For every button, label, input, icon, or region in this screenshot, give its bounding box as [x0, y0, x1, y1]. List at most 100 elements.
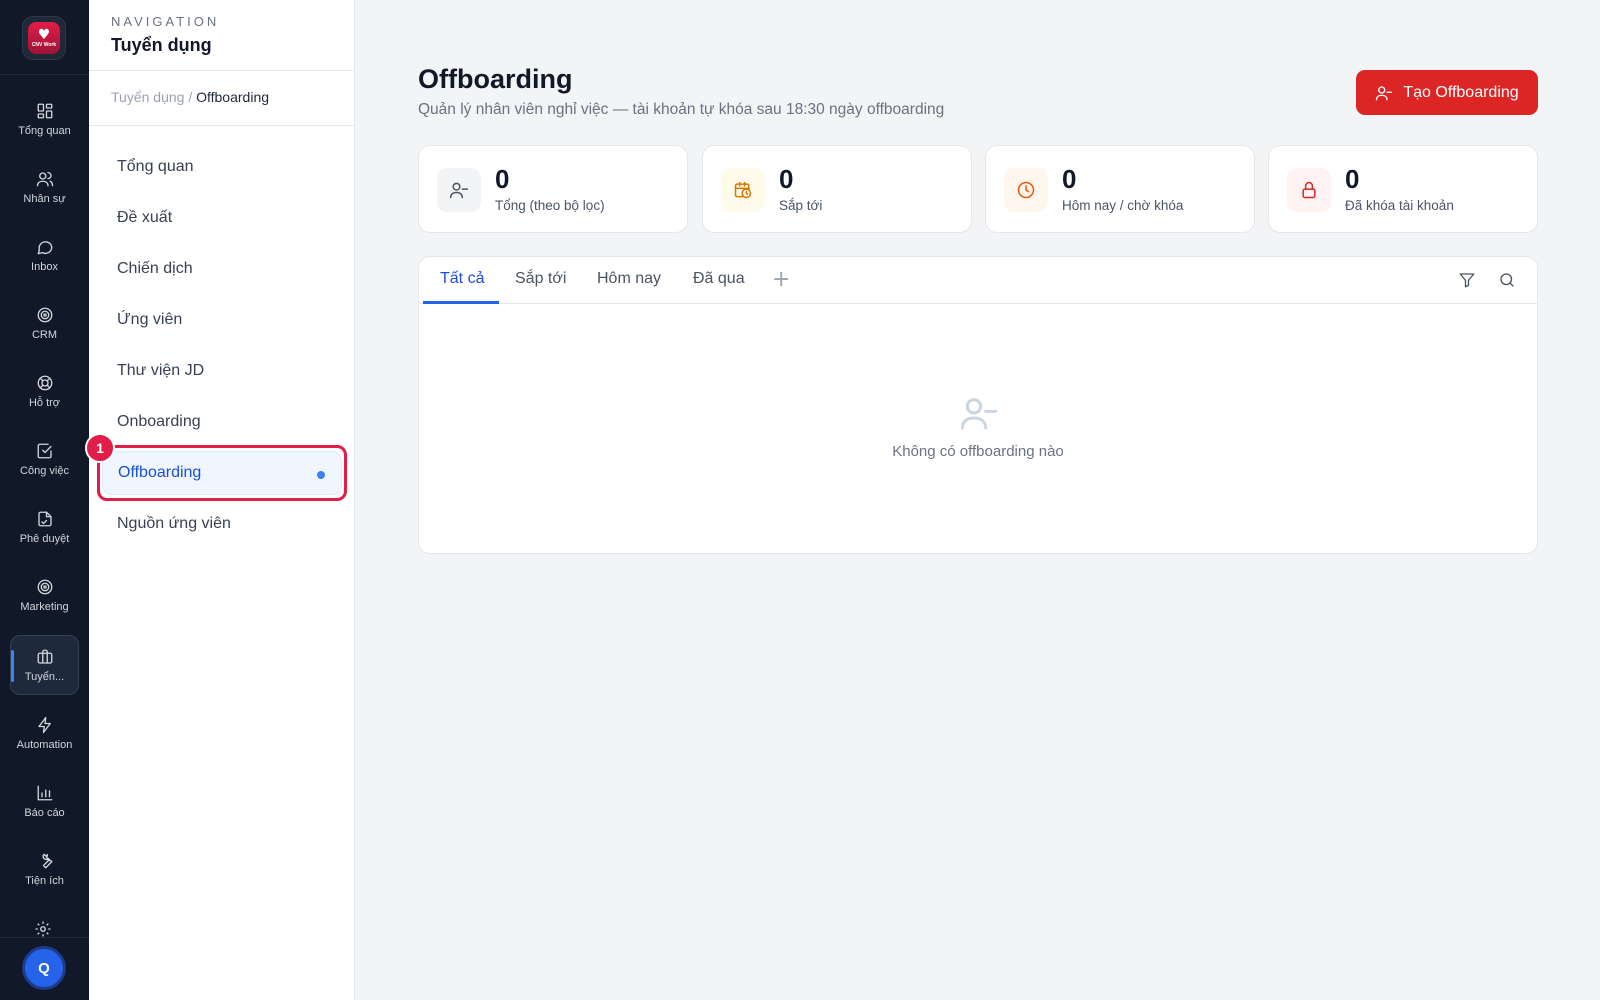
stat-icon-box: [1287, 168, 1331, 212]
target-icon: [37, 579, 52, 594]
lightning-icon: [37, 716, 51, 733]
rail-label: Hỗ trợ: [28, 396, 61, 409]
tab-today[interactable]: Hôm nay: [597, 270, 661, 288]
heart-logo-icon: ♥: [37, 26, 51, 43]
nav-item-onboarding[interactable]: Onboarding: [102, 400, 342, 444]
stat-value: 0: [779, 164, 794, 194]
stat-value: 0: [1062, 164, 1077, 194]
add-tab-button[interactable]: +: [772, 267, 790, 292]
rail-label: Marketing: [20, 600, 69, 613]
nav-heading: NAVIGATION: [111, 14, 220, 29]
target-icon: [37, 307, 52, 322]
rail-item-automation[interactable]: Automation: [10, 703, 79, 763]
document-sign-icon: [37, 511, 52, 526]
lock-icon: [1302, 181, 1316, 199]
rail-label: Công việc: [20, 464, 69, 477]
tab-past[interactable]: Đã qua: [693, 270, 745, 288]
search-button[interactable]: [1498, 271, 1518, 291]
divider: [89, 70, 355, 71]
tab-upcoming[interactable]: Sắp tới: [515, 270, 566, 288]
breadcrumb: Tuyển dụng / Offboarding: [111, 89, 269, 105]
bar-chart-icon: [37, 785, 52, 800]
stat-icon-box: [437, 168, 481, 212]
active-tab-underline: [423, 301, 499, 304]
nav-item-thu-vien-jd[interactable]: Thư viện JD: [102, 349, 342, 393]
rail-divider: [0, 937, 89, 938]
tab-bar: Tất cả Sắp tới Hôm nay Đã qua +: [419, 257, 1537, 304]
stat-label: Hôm nay / chờ khóa: [1062, 198, 1184, 213]
clock-icon: [1017, 181, 1035, 199]
nav-item-de-xuat[interactable]: Đề xuất: [102, 196, 342, 240]
step-number-badge: 1: [85, 433, 115, 463]
highlight-box: [97, 445, 347, 501]
stat-icon-box: [721, 168, 765, 212]
empty-state-text: Không có offboarding nào: [892, 443, 1064, 460]
stat-value: 0: [495, 164, 510, 194]
logo-brand-text: CNV Work: [31, 41, 57, 48]
rail-item-ho-tro[interactable]: Hỗ trợ: [10, 361, 79, 421]
rail-item-tong-quan[interactable]: Tổng quan: [10, 89, 79, 149]
create-offboarding-button[interactable]: Tạo Offboarding: [1356, 70, 1538, 115]
nav-item-nguon-ung-vien[interactable]: Nguồn ứng viên: [102, 502, 342, 546]
wrench-icon: [41, 853, 52, 868]
nav-item-label: Tổng quan: [117, 158, 194, 175]
stat-card-today: 0 Hôm nay / chờ khóa: [985, 145, 1255, 233]
breadcrumb-parent[interactable]: Tuyển dụng: [111, 89, 184, 105]
user-avatar[interactable]: Q: [22, 946, 66, 990]
rail-item-tien-ich[interactable]: Tiện ích: [10, 839, 79, 899]
page-subtitle: Quản lý nhân viên nghỉ việc — tài khoản …: [418, 101, 945, 118]
filter-button[interactable]: [1458, 271, 1478, 291]
rail-item-marketing[interactable]: Marketing: [10, 565, 79, 625]
briefcase-icon: [37, 649, 52, 664]
nav-item-label: Nguồn ứng viên: [117, 515, 231, 532]
user-minus-icon: [449, 182, 469, 199]
rail-label: Tuyển...: [24, 670, 65, 683]
rail-label: Tổng quan: [18, 124, 71, 137]
rail-item-bao-cao[interactable]: Báo cáo: [10, 771, 79, 831]
breadcrumb-current: Offboarding: [196, 89, 270, 105]
nav-item-tong-quan[interactable]: Tổng quan: [102, 145, 342, 189]
calendar-clock-icon: [734, 181, 752, 199]
user-minus-icon: [1376, 85, 1393, 100]
stat-value: 0: [1345, 164, 1360, 194]
stat-card-total: 0 Tổng (theo bộ lọc): [418, 145, 688, 233]
user-minus-icon: [960, 398, 998, 430]
rail-label: CRM: [31, 328, 58, 341]
nav-item-label: Thư viện JD: [117, 362, 205, 379]
rail-label: Automation: [16, 738, 73, 751]
nav-section-title: Tuyển dụng: [111, 35, 212, 55]
rail-item-nhan-su[interactable]: Nhân sự: [10, 157, 79, 217]
nav-item-chien-dich[interactable]: Chiến dịch: [102, 247, 342, 291]
stat-label: Đã khóa tài khoản: [1345, 198, 1454, 213]
nav-item-label: Onboarding: [117, 413, 201, 430]
nav-item-label: Ứng viên: [117, 311, 183, 328]
chat-bubble-icon: [37, 240, 52, 254]
rail-label: Báo cáo: [24, 806, 65, 819]
stat-card-upcoming: 0 Sắp tới: [702, 145, 972, 233]
rail-item-phe-duyet[interactable]: Phê duyệt: [10, 497, 79, 557]
dashboard-grid-icon: [37, 103, 52, 118]
logo-mark: ♥ CNV Work: [28, 22, 60, 54]
rail-label: Inbox: [31, 260, 58, 273]
create-button-label: Tạo Offboarding: [1403, 83, 1519, 101]
rail-divider: [0, 74, 89, 75]
page-title: Offboarding: [418, 64, 573, 94]
nav-item-ung-vien[interactable]: Ứng viên: [102, 298, 342, 342]
rail-item-crm[interactable]: CRM: [10, 293, 79, 353]
nav-item-label: Đề xuất: [117, 209, 173, 226]
checkbox-icon: [37, 443, 52, 458]
rail-item-inbox[interactable]: Inbox: [10, 225, 79, 285]
divider: [89, 125, 355, 126]
gear-icon: [35, 921, 51, 937]
stat-icon-box: [1004, 168, 1048, 212]
app-logo[interactable]: ♥ CNV Work: [22, 16, 66, 60]
breadcrumb-separator: /: [188, 89, 193, 105]
tab-all[interactable]: Tất cả: [440, 270, 484, 288]
app-rail: ♥ CNV Work Tổng quan Nhân sự Inbox CRM H…: [0, 0, 89, 1000]
lifebuoy-icon: [37, 375, 52, 390]
stat-label: Tổng (theo bộ lọc): [495, 198, 605, 213]
offboarding-list-panel: Tất cả Sắp tới Hôm nay Đã qua + Không có…: [418, 256, 1538, 554]
empty-state-user-minus-icon: [959, 393, 999, 433]
rail-item-cong-viec[interactable]: Công việc: [10, 429, 79, 489]
rail-item-tuyen-dung[interactable]: Tuyển...: [10, 635, 79, 695]
